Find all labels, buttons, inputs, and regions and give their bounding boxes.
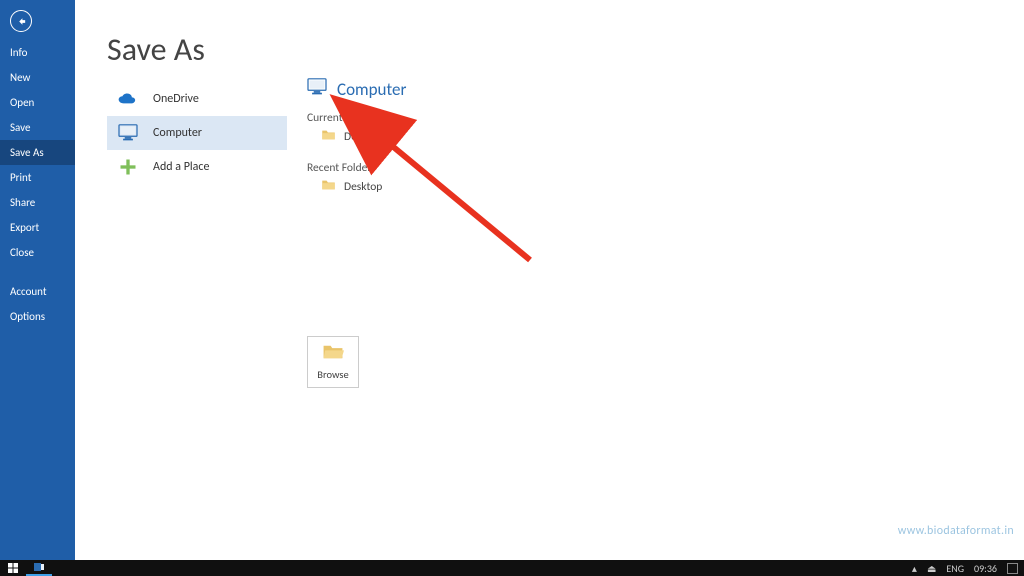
place-label: OneDrive (153, 92, 199, 106)
recent-folder-label: Recent Folders (307, 161, 607, 175)
content-pane: Save As OneDrive Computer Add a Place (75, 0, 1024, 560)
nav-account[interactable]: Account (0, 279, 75, 304)
onedrive-icon (117, 88, 139, 110)
recent-folder-desktop[interactable]: Desktop (307, 179, 607, 195)
taskbar-lang[interactable]: ENG (946, 562, 964, 575)
folder-name: Desktop (344, 180, 382, 194)
details-pane: Computer Current Folder Desktop Recent F… (307, 78, 607, 195)
current-folder-label: Current Folder (307, 111, 607, 125)
nav-options[interactable]: Options (0, 304, 75, 329)
browse-label: Browse (317, 368, 348, 381)
page-title: Save As (107, 30, 205, 69)
details-title: Computer (337, 79, 406, 100)
details-heading: Computer (307, 78, 607, 101)
place-onedrive[interactable]: OneDrive (107, 82, 287, 116)
nav-info[interactable]: Info (0, 40, 75, 65)
action-center-icon[interactable] (1007, 563, 1018, 574)
places-list: OneDrive Computer Add a Place (107, 82, 287, 184)
current-folder-desktop[interactable]: Desktop (307, 129, 607, 145)
folder-icon (321, 179, 336, 195)
backstage-sidebar: Info New Open Save Save As Print Share E… (0, 0, 75, 560)
back-button[interactable] (10, 10, 32, 32)
tray-up-icon[interactable]: ▴ (912, 562, 917, 575)
nav-new[interactable]: New (0, 65, 75, 90)
nav-open[interactable]: Open (0, 90, 75, 115)
nav-close[interactable]: Close (0, 240, 75, 265)
folder-open-icon (322, 343, 344, 364)
folder-name: Desktop (344, 130, 382, 144)
taskbar-word[interactable] (26, 560, 52, 576)
watermark: www.biodataformat.in (898, 524, 1014, 538)
browse-button[interactable]: Browse (307, 336, 359, 388)
taskbar-time[interactable]: 09:36 (974, 562, 997, 575)
nav-save-as[interactable]: Save As (0, 140, 75, 165)
start-button[interactable] (0, 560, 26, 576)
plus-icon (117, 156, 139, 178)
taskbar: ▴ ⏏ ENG 09:36 (0, 560, 1024, 576)
place-computer[interactable]: Computer (107, 116, 287, 150)
nav-save[interactable]: Save (0, 115, 75, 140)
place-label: Add a Place (153, 160, 209, 174)
computer-icon (117, 122, 139, 144)
nav-print[interactable]: Print (0, 165, 75, 190)
computer-icon (307, 78, 327, 101)
network-icon[interactable]: ⏏ (927, 562, 936, 575)
nav-share[interactable]: Share (0, 190, 75, 215)
nav-export[interactable]: Export (0, 215, 75, 240)
place-label: Computer (153, 126, 202, 140)
place-add[interactable]: Add a Place (107, 150, 287, 184)
folder-icon (321, 129, 336, 145)
